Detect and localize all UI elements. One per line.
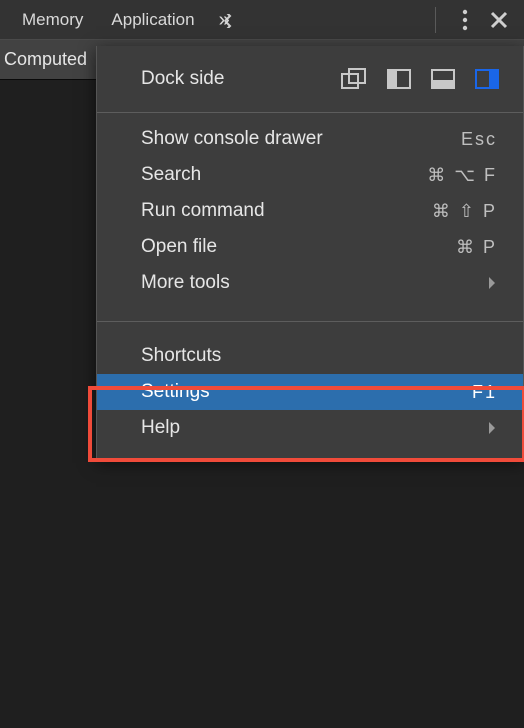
- menu-show-console-drawer[interactable]: Show console drawer Esc: [97, 121, 523, 157]
- dock-bottom-icon[interactable]: [431, 69, 455, 89]
- menu-open-file[interactable]: Open file ⌘ P: [97, 229, 523, 265]
- chevron-right-icon: [487, 421, 497, 435]
- tabs-overflow-icon[interactable]: »: [219, 7, 230, 32]
- menu-more-tools[interactable]: More tools: [97, 265, 523, 301]
- chevron-right-icon: [487, 276, 497, 290]
- menu-shortcuts[interactable]: Shortcuts: [97, 338, 523, 374]
- dock-undock-icon[interactable]: [341, 68, 367, 90]
- separator: [435, 7, 436, 33]
- menu-group-a: Show console drawer Esc Search ⌘ ⌥ F Run…: [97, 113, 523, 313]
- menu-help[interactable]: Help: [97, 410, 523, 446]
- menu-search[interactable]: Search ⌘ ⌥ F: [97, 157, 523, 193]
- menu-settings[interactable]: Settings F1: [97, 374, 523, 410]
- devtools-top-bar: Memory Application »: [0, 0, 524, 40]
- devtools-main-menu: Dock side: [96, 46, 524, 459]
- dock-left-icon[interactable]: [387, 69, 411, 89]
- dock-right-icon[interactable]: [475, 69, 499, 89]
- menu-separator: [97, 321, 523, 322]
- tab-application[interactable]: Application: [97, 0, 208, 39]
- menu-group-b: Shortcuts Settings F1 Help: [97, 330, 523, 458]
- menu-run-command[interactable]: Run command ⌘ ⇧ P: [97, 193, 523, 229]
- dock-side-label: Dock side: [141, 68, 341, 90]
- kebab-menu-icon[interactable]: [462, 9, 468, 31]
- dock-side-row: Dock side: [97, 46, 523, 113]
- close-icon[interactable]: [490, 11, 508, 29]
- tab-memory[interactable]: Memory: [8, 0, 97, 39]
- subtab-computed[interactable]: Computed: [0, 49, 95, 70]
